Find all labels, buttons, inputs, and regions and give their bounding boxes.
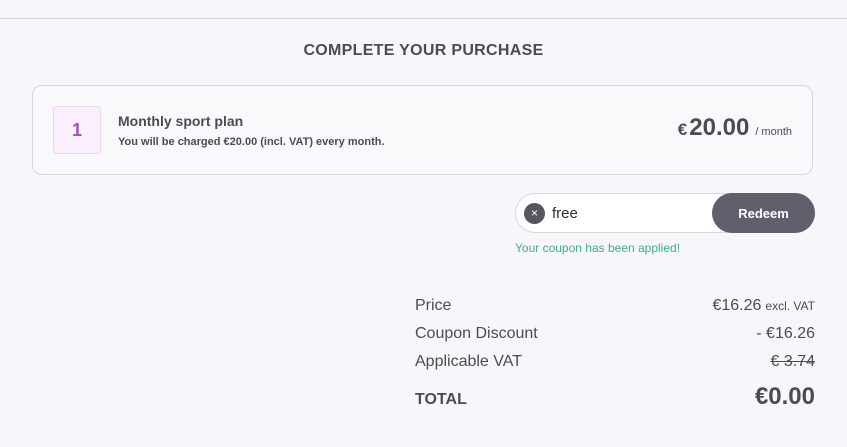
order-summary: Price €16.26 excl. VAT Coupon Discount - … <box>415 295 815 419</box>
total-row: TOTAL €0.00 <box>415 379 815 419</box>
price-value-group: €16.26 excl. VAT <box>712 297 815 315</box>
plan-quantity-badge: 1 <box>53 106 101 154</box>
total-value: €0.00 <box>754 383 815 410</box>
redeem-button[interactable]: Redeem <box>712 193 815 233</box>
price-value: €16.26 <box>712 297 762 314</box>
clear-coupon-icon[interactable]: × <box>524 203 545 224</box>
plan-description: You will be charged €20.00 (incl. VAT) e… <box>118 136 385 148</box>
vat-row: Applicable VAT € 3.74 <box>415 351 815 379</box>
price-vat-note: excl. VAT <box>765 299 815 313</box>
plan-name: Monthly sport plan <box>118 113 244 129</box>
discount-label: Coupon Discount <box>415 325 538 342</box>
discount-row: Coupon Discount - €16.26 <box>415 323 815 351</box>
discount-value: - €16.26 <box>756 325 815 342</box>
coupon-input[interactable] <box>552 203 702 223</box>
plan-price: € 20.00 / month <box>678 114 792 142</box>
plan-card: 1 Monthly sport plan You will be charged… <box>32 85 813 175</box>
price-label: Price <box>415 297 452 314</box>
vat-value: € 3.74 <box>770 353 815 370</box>
price-period: / month <box>755 126 792 138</box>
total-label: TOTAL <box>415 391 467 408</box>
top-divider <box>0 18 847 19</box>
coupon-success-message: Your coupon has been applied! <box>515 241 681 255</box>
price-currency: € <box>677 120 688 139</box>
vat-label: Applicable VAT <box>415 353 523 370</box>
coupon-form: × Redeem <box>515 193 815 233</box>
page-title: COMPLETE YOUR PURCHASE <box>303 42 544 59</box>
price-row: Price €16.26 excl. VAT <box>415 295 815 323</box>
price-amount: 20.00 <box>689 114 750 141</box>
